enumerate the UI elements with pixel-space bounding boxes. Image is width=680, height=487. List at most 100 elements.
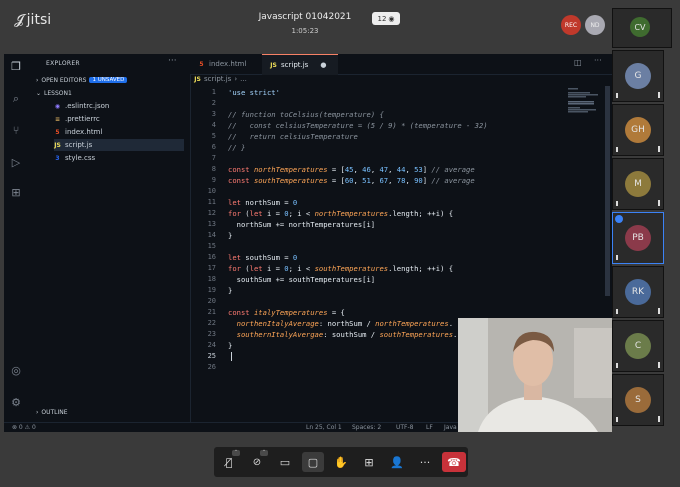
avatar: PB [625, 225, 651, 251]
outline-section[interactable]: › OUTLINE [36, 406, 68, 418]
code-line: 'use strict' [228, 88, 280, 97]
chevron-down-icon: ⌄ [36, 89, 42, 97]
code-line: } [228, 286, 233, 295]
participant-tile[interactable]: G [612, 50, 664, 102]
camera-toggle[interactable]: ⊘ ˄ [246, 450, 268, 472]
more-options-icon[interactable] [616, 147, 618, 152]
avatar: S [625, 387, 651, 413]
file-style-css[interactable]: 3 style.css [54, 152, 184, 164]
line-number: 21 [207, 308, 216, 316]
participant-tile[interactable]: CV [612, 8, 672, 48]
chevron-right-icon: › [234, 75, 238, 83]
line-number: 24 [207, 341, 216, 349]
tab-script-js[interactable]: JS script.js ● [262, 54, 338, 75]
account-icon[interactable]: ◎ [9, 364, 23, 378]
avatar: G [625, 63, 651, 89]
participant-tile[interactable]: S [612, 374, 664, 426]
screen-share-button[interactable]: ▭ [274, 452, 296, 472]
chevron-up-icon[interactable]: ˄ [232, 450, 240, 456]
hangup-button[interactable]: ☎ [442, 452, 466, 472]
code-line: // function toCelsius(temperature) { [228, 110, 384, 119]
code-line: const italyTemperatures = { [228, 308, 345, 317]
more-options-icon[interactable] [616, 363, 618, 368]
eslint-icon: ◉ [54, 102, 61, 110]
more-options-icon[interactable] [616, 255, 618, 260]
participant-tile[interactable]: C [612, 320, 664, 372]
file-index-html[interactable]: 5 index.html [54, 126, 184, 138]
participant-count-button[interactable]: 12 ◉ [372, 12, 400, 25]
code-line: } [228, 341, 233, 350]
participant-tile[interactable]: RK [612, 266, 664, 318]
folder-lesson1[interactable]: ⌄ LESSON1 [36, 87, 72, 99]
line-number: 22 [207, 319, 216, 327]
raise-hand-button[interactable]: ✋ [330, 452, 352, 472]
line-number: 12 [207, 209, 216, 217]
more-icon: ··· [419, 455, 431, 469]
local-video [458, 318, 612, 432]
more-actions-button[interactable]: ··· [414, 452, 436, 472]
participant-tile-dominant[interactable]: PB [612, 212, 664, 264]
participants-icon: ◉ [388, 14, 395, 23]
breadcrumb-file[interactable]: script.js [204, 75, 231, 83]
split-editor-icon[interactable]: ◫ [574, 58, 582, 67]
microphone-toggle[interactable]: 🎙̸ ˄ [218, 450, 240, 472]
tile-view-button[interactable]: ⊞ [358, 452, 380, 472]
code-line: northSum += northTemperatures[i] [228, 220, 376, 229]
source-control-icon[interactable]: ⑂ [9, 124, 23, 138]
unsaved-dot-icon[interactable]: ● [320, 61, 326, 69]
prettier-icon: ≡ [54, 115, 61, 123]
cursor-position[interactable]: Ln 25, Col 1 [306, 424, 342, 431]
more-actions-icon[interactable]: ··· [594, 56, 602, 65]
settings-gear-icon[interactable]: ⚙ [9, 396, 23, 410]
run-debug-icon[interactable]: ▷ [9, 156, 23, 170]
line-number: 15 [207, 242, 216, 250]
code-line: for (let i = 0; i < northTemperatures.le… [228, 209, 454, 218]
avatar: M [625, 171, 651, 197]
activity-bar: ❐ ⌕ ⑂ ▷ ⊞ ◎ ⚙ [4, 54, 29, 422]
js-icon: JS [270, 61, 277, 69]
open-editors-section[interactable]: › OPEN EDITORS 1 UNSAVED [36, 74, 128, 86]
extensions-icon[interactable]: ⊞ [9, 186, 23, 200]
participants-filmstrip: CV G GH M PB RK C S [612, 4, 680, 426]
line-number: 6 [211, 143, 216, 151]
participant-tile[interactable]: GH [612, 104, 664, 156]
line-number: 7 [211, 154, 216, 162]
explorer-sidebar: EXPLORER ··· › OPEN EDITORS 1 UNSAVED ⌄ … [28, 54, 191, 422]
js-icon: JS [54, 141, 61, 149]
file-script-js[interactable]: JS script.js [54, 139, 184, 151]
encoding[interactable]: UTF-8 [396, 424, 414, 431]
code-line: // } [228, 143, 246, 152]
meeting-title: Javascript 01042021 [258, 12, 352, 22]
file-prettierrc[interactable]: ≡ .prettierrc [54, 113, 184, 125]
chat-button[interactable]: ▢ [302, 452, 324, 472]
code-line: // return celsiusTemperature [228, 132, 358, 141]
more-options-icon[interactable] [616, 309, 618, 314]
breadcrumb-more[interactable]: ... [240, 75, 247, 83]
moderator-icon [615, 215, 623, 223]
invite-button[interactable]: 👤 [386, 452, 408, 472]
language-mode[interactable]: Java [444, 424, 457, 431]
chevron-up-icon[interactable]: ˄ [260, 450, 268, 456]
indentation[interactable]: Spaces: 2 [352, 424, 381, 431]
participant-count: 12 [377, 14, 387, 23]
search-icon[interactable]: ⌕ [9, 92, 23, 106]
problems-indicator[interactable]: ⊗ 0 ⚠ 0 [12, 424, 36, 431]
vertical-scrollbar[interactable] [605, 86, 610, 296]
line-ending[interactable]: LF [426, 424, 433, 431]
tab-index-html[interactable]: 5 index.html [190, 54, 254, 74]
more-options-icon[interactable] [616, 93, 618, 98]
code-line: southernItalyAvergae: southSum / southTe… [236, 330, 458, 339]
code-line: const northTemperatures = [45, 46, 47, 4… [228, 165, 475, 174]
code-line: } [228, 231, 233, 240]
files-icon[interactable]: ❐ [9, 60, 23, 74]
explorer-title: EXPLORER [46, 60, 80, 67]
unsaved-badge: 1 UNSAVED [89, 77, 128, 83]
code-line: // const celsiusTemperature = (5 / 9) * … [228, 121, 488, 130]
participant-tile[interactable]: M [612, 158, 664, 210]
line-number: 19 [207, 286, 216, 294]
line-number: 3 [211, 110, 216, 118]
more-options-icon[interactable] [616, 417, 618, 422]
more-icon[interactable]: ··· [168, 56, 177, 66]
more-options-icon[interactable] [616, 201, 618, 206]
file-eslintrc[interactable]: ◉ .eslintrc.json [54, 100, 184, 112]
